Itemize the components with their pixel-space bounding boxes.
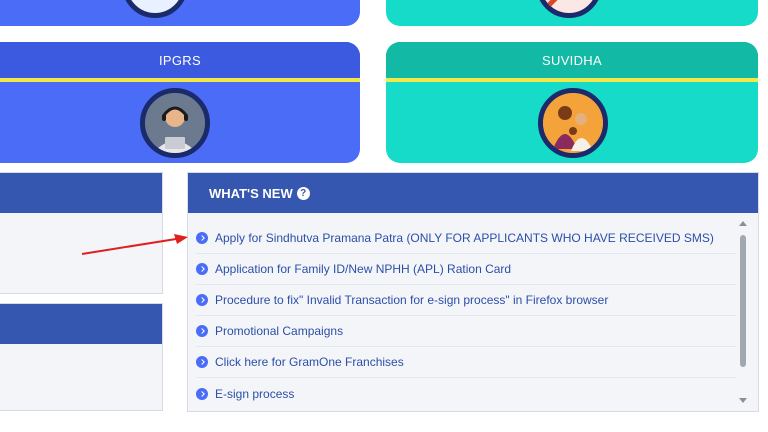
list-item: Procedure to fix" Invalid Transaction fo… [196,285,736,316]
suvidha-card-title: SUVIDHA [386,42,758,78]
ipgrs-card[interactable]: IPGRS [0,42,360,163]
list-item: Promotional Campaigns [196,316,736,347]
whats-new-title: WHAT'S NEW [209,185,293,201]
whats-new-link-esign-fix[interactable]: Procedure to fix" Invalid Transaction fo… [215,293,608,307]
family-icon [538,88,608,158]
chevron-right-icon [196,387,208,400]
whats-new-link-ration-card[interactable]: Application for Family ID/New NPHH (APL)… [215,262,511,276]
list-item: E-sign process [196,378,736,409]
service-icon [122,0,188,18]
whats-new-link-esign-process[interactable]: E-sign process [215,387,294,401]
whats-new-panel: WHAT'S NEW ? Apply for Sindhutva Pramana… [187,172,759,412]
no-sign-icon [547,0,558,7]
service-card-top-left[interactable] [0,0,360,26]
suvidha-card[interactable]: SUVIDHA [386,42,758,163]
whats-new-list: Apply for Sindhutva Pramana Patra (ONLY … [196,223,736,409]
chevron-right-icon [196,325,208,337]
card-divider [386,78,758,82]
left-panel-header [0,173,162,213]
list-item: Click here for GramOne Franchises [196,347,736,378]
left-panel-header [0,304,162,344]
chevron-right-icon [196,232,208,244]
scroll-up-arrow-icon[interactable] [739,221,747,226]
chevron-right-icon [196,294,208,306]
service-icon [536,0,602,18]
whats-new-link-sindhutva[interactable]: Apply for Sindhutva Pramana Patra (ONLY … [215,231,714,245]
scrollbar-thumb[interactable] [740,235,746,367]
list-item: Application for Family ID/New NPHH (APL)… [196,254,736,285]
scroll-down-arrow-icon[interactable] [739,398,747,403]
whats-new-header: WHAT'S NEW ? [188,173,758,213]
question-circle-icon[interactable]: ? [296,186,310,200]
scrollbar[interactable] [738,219,748,405]
card-divider [0,78,360,82]
whats-new-link-gramone[interactable]: Click here for GramOne Franchises [215,355,404,369]
service-card-top-right[interactable] [386,0,758,26]
chevron-right-icon [196,356,208,368]
annotation-arrow-icon [81,234,188,255]
list-item: Apply for Sindhutva Pramana Patra (ONLY … [196,223,736,254]
chevron-right-icon [196,263,208,275]
left-panel [0,303,163,411]
whats-new-link-promotional[interactable]: Promotional Campaigns [215,324,343,338]
ipgrs-card-title: IPGRS [0,42,360,78]
helpdesk-agent-icon [140,88,210,158]
